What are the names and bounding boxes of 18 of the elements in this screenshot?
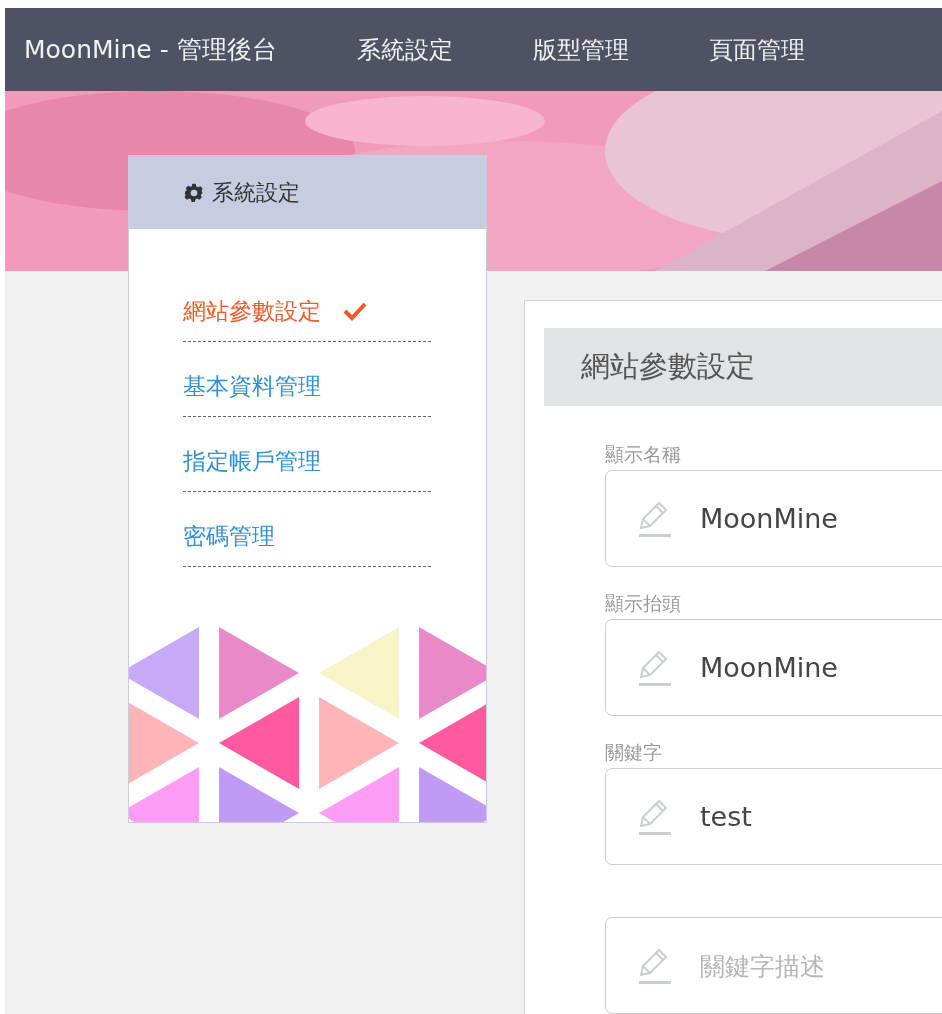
field-label: 顯示抬頭 [605, 591, 682, 616]
nav-link[interactable]: 版型管理 [532, 33, 629, 66]
section-heading: 網站參數設定 [544, 328, 942, 406]
input-field[interactable]: 關鍵字描述 [605, 917, 942, 1014]
gear-icon [184, 182, 204, 203]
field-label: 關鍵字 [605, 740, 663, 765]
menu-item[interactable]: 指定帳戶管理 [183, 417, 431, 492]
checkmark-icon [343, 301, 367, 321]
nav-link[interactable]: 系統設定 [356, 33, 453, 66]
sidebar-title: 系統設定 [212, 178, 300, 207]
brand-link[interactable]: MoonMine - 管理後台 [24, 33, 277, 66]
field-label: 顯示名稱 [605, 442, 682, 467]
input-field[interactable]: MoonMine [605, 619, 942, 716]
input-field[interactable]: test [605, 768, 942, 865]
menu-item[interactable]: 基本資料管理 [183, 342, 431, 417]
menu-item[interactable]: 密碼管理 [183, 492, 431, 567]
input-field[interactable]: MoonMine [605, 470, 942, 567]
nav-link[interactable]: 頁面管理 [708, 33, 805, 66]
